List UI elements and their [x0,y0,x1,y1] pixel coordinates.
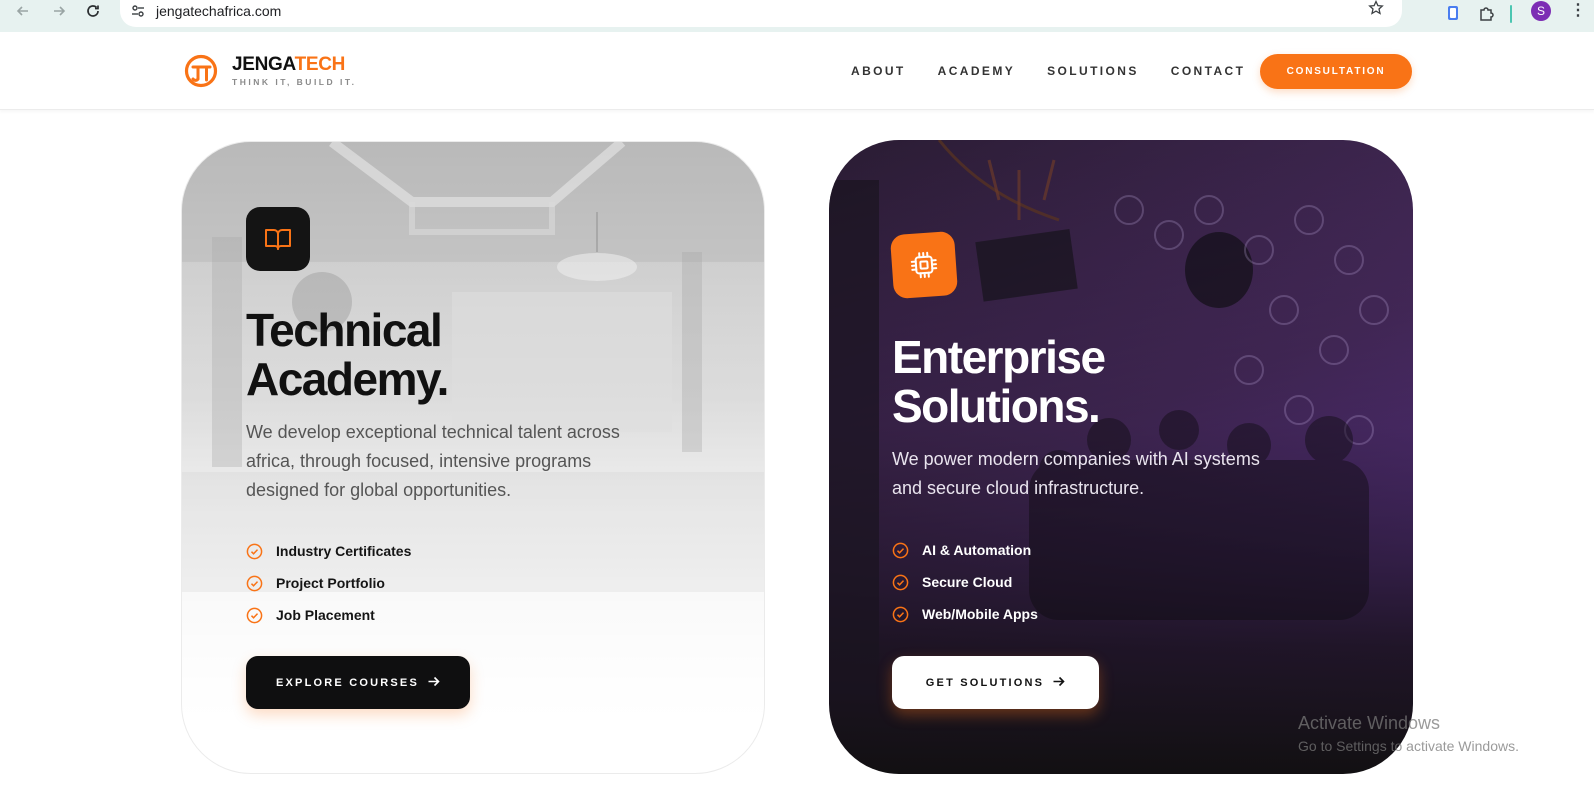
enterprise-title: Enterprise Solutions. [892,331,1106,432]
check-circle-icon [892,574,909,590]
puzzle-icon[interactable] [1478,4,1496,22]
logo-brand-accent: TECH [294,53,346,75]
forward-arrow-icon[interactable] [48,0,70,22]
get-solutions-label: GET SOLUTIONS [925,676,1045,689]
logo-brand-dark: JENGA [232,53,295,75]
extension-icon[interactable] [1444,4,1462,22]
academy-title: Technical Academy. [246,304,449,405]
main-nav: ABOUT ACADEMY SOLUTIONS CONTACT [851,64,1277,78]
site-settings-icon[interactable] [130,3,146,19]
feature-item: Project Portfolio [246,567,411,599]
feature-item: AI & Automation [892,534,1038,566]
academy-title-line2: Academy. [246,353,449,405]
jengatech-logo-icon [184,54,218,88]
feature-label: Industry Certificates [276,543,412,559]
nav-contact[interactable]: CONTACT [1171,64,1246,78]
logo-wordmark: JENGATECH [232,53,356,75]
academy-description: We develop exceptional technical talent … [246,422,620,500]
cpu-chip-icon [910,251,938,279]
profile-avatar[interactable]: S [1531,1,1551,21]
arrow-right-icon [1052,675,1065,691]
academy-feature-list: Industry Certificates Project Portfolio … [246,535,411,631]
feature-label: AI & Automation [922,542,1032,558]
reload-icon[interactable] [82,0,104,22]
nav-solutions[interactable]: SOLUTIONS [1047,64,1139,78]
feature-label: Project Portfolio [276,575,385,591]
nav-about[interactable]: ABOUT [851,64,906,78]
back-arrow-icon[interactable] [12,0,34,22]
explore-courses-label: EXPLORE COURSES [275,676,420,689]
address-bar[interactable]: jengatechafrica.com [120,0,1402,27]
enterprise-card: Enterprise Solutions. We power modern co… [829,140,1413,774]
get-solutions-button[interactable]: GET SOLUTIONS [892,656,1099,709]
feature-label: Web/Mobile Apps [922,606,1038,622]
check-circle-icon [246,575,263,591]
academy-card: Technical Academy. We develop exceptiona… [181,141,765,774]
consultation-button[interactable]: CONSULTATION [1260,54,1412,89]
book-open-icon-box [246,207,310,271]
check-circle-icon [892,542,909,558]
feature-item: Industry Certificates [246,535,411,567]
logo-tagline: THINK IT, BUILD IT. [232,76,357,87]
check-circle-icon [246,543,263,559]
arrow-right-icon [427,675,440,691]
enterprise-description: We power modern companies with AI system… [892,449,1260,498]
kebab-menu-icon[interactable]: ⋮ [1570,2,1586,20]
check-circle-icon [246,607,263,623]
enterprise-title-line2: Solutions. [892,380,1101,432]
enterprise-title-line1: Enterprise [892,331,1106,383]
browser-toolbar: jengatechafrica.com S ⋮ [0,0,1594,32]
logo[interactable]: JENGATECH THINK IT, BUILD IT. [184,54,356,88]
toolbar-divider [1510,5,1512,23]
enterprise-feature-list: AI & Automation Secure Cloud Web/Mobile … [892,534,1038,630]
site-header: JENGATECH THINK IT, BUILD IT. ABOUT ACAD… [0,32,1594,110]
windows-activation-watermark: Activate Windows Go to Settings to activ… [1298,712,1519,756]
watermark-subtitle: Go to Settings to activate Windows. [1298,738,1519,754]
explore-courses-button[interactable]: EXPLORE COURSES [246,656,470,709]
bookmark-star-icon[interactable] [1368,0,1384,16]
academy-title-line1: Technical [246,304,443,356]
feature-item: Job Placement [246,599,411,631]
check-circle-icon [892,606,909,622]
feature-label: Secure Cloud [922,574,1013,590]
cpu-chip-icon-box [889,230,959,300]
book-open-icon [265,229,291,250]
watermark-title: Activate Windows [1298,713,1441,733]
url-text[interactable]: jengatechafrica.com [156,3,281,19]
feature-label: Job Placement [276,607,375,623]
feature-item: Web/Mobile Apps [892,598,1038,630]
feature-item: Secure Cloud [892,566,1038,598]
nav-academy[interactable]: ACADEMY [938,64,1015,78]
